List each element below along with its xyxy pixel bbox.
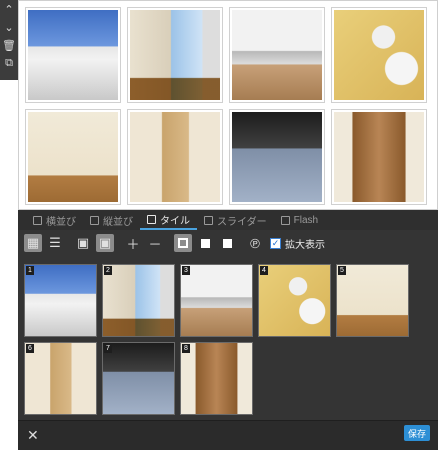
tab-slider[interactable]: スライダー	[197, 210, 274, 230]
tab-label: スライダー	[217, 216, 267, 228]
tab-tile[interactable]: タイル	[140, 210, 197, 230]
preview-photo[interactable]	[127, 109, 223, 205]
photo-image	[181, 265, 252, 336]
tile-photo[interactable]: 3	[180, 264, 253, 337]
preview-photo[interactable]	[331, 109, 427, 205]
close-icon[interactable]: ✕	[27, 427, 39, 444]
preview-photo[interactable]	[25, 109, 121, 205]
photo-image	[103, 343, 174, 414]
preview-photo[interactable]	[229, 7, 325, 103]
copy-icon[interactable]: ⧉	[0, 54, 18, 72]
image-fill-button[interactable]: ▣	[96, 234, 114, 252]
gallery-editor-panel: 横並び 縦並び タイル スライダー Flash ▦ ☰ ▣ ▣ ＋ － ℗ ✓ …	[18, 0, 438, 450]
white-square-button[interactable]	[196, 234, 214, 252]
preview-photo[interactable]	[127, 7, 223, 103]
tile-photo[interactable]: 7	[102, 342, 175, 415]
grid-view-button[interactable]: ▦	[24, 234, 42, 252]
left-toolbar: ⌃ ⌄ 🗑 ⧉	[0, 0, 18, 80]
list-view-button[interactable]: ☰	[46, 234, 64, 252]
photo-image	[130, 112, 220, 202]
tile-number: 5	[338, 266, 346, 275]
tab-label: 横並び	[46, 216, 76, 228]
photo-image	[25, 265, 96, 336]
layout-tabs: 横並び 縦並び タイル スライダー Flash	[18, 210, 438, 230]
preview-photo[interactable]	[25, 7, 121, 103]
save-button[interactable]: 保存	[404, 425, 430, 441]
tile-controls: ▦ ☰ ▣ ▣ ＋ － ℗ ✓ 拡大表示	[18, 232, 438, 254]
tab-label: タイル	[160, 215, 190, 227]
tile-number: 3	[182, 266, 190, 275]
layout-slider-icon	[204, 215, 213, 225]
tab-flash[interactable]: Flash	[274, 210, 325, 230]
flash-icon	[280, 215, 290, 225]
editor-footer: ✕ 保存	[18, 420, 438, 450]
tile-photo[interactable]: 8	[180, 342, 253, 415]
trash-icon[interactable]: 🗑	[0, 36, 18, 54]
photo-image	[25, 343, 96, 414]
photo-image	[334, 10, 424, 100]
white-square-button-2[interactable]	[218, 234, 236, 252]
zoom-checkbox[interactable]: ✓	[270, 237, 281, 249]
chevron-up-icon[interactable]: ⌃	[0, 0, 18, 18]
zoom-label: 拡大表示	[285, 239, 325, 251]
tile-photo[interactable]: 2	[102, 264, 175, 337]
layout-horizontal-icon	[33, 215, 42, 225]
photo-image	[28, 10, 118, 100]
photo-image	[259, 265, 330, 336]
image-icon-button[interactable]: ▣	[74, 234, 92, 252]
photo-image	[28, 112, 118, 202]
preview-photo[interactable]	[229, 109, 325, 205]
tile-number: 6	[26, 344, 34, 353]
photo-image	[232, 112, 322, 202]
photo-image	[334, 112, 424, 202]
gallery-preview	[18, 0, 438, 210]
add-column-button[interactable]: ＋	[124, 234, 142, 252]
tab-horizontal[interactable]: 横並び	[26, 210, 83, 230]
tile-number: 8	[182, 344, 190, 353]
photo-image	[181, 343, 252, 414]
tile-number: 7	[104, 344, 112, 353]
tile-photo[interactable]: 5	[336, 264, 409, 337]
tab-label: Flash	[293, 214, 319, 226]
tile-photo[interactable]: 6	[24, 342, 97, 415]
remove-column-button[interactable]: －	[146, 234, 164, 252]
pinterest-icon-button[interactable]: ℗	[246, 234, 264, 252]
layout-tile-icon	[147, 214, 156, 224]
chevron-down-icon[interactable]: ⌄	[0, 18, 18, 36]
tile-photo[interactable]: 1	[24, 264, 97, 337]
preview-photo[interactable]	[331, 7, 427, 103]
tile-photo[interactable]: 4	[258, 264, 331, 337]
tab-vertical[interactable]: 縦並び	[83, 210, 140, 230]
zoom-toggle[interactable]: ✓ 拡大表示	[270, 236, 325, 251]
tile-number: 4	[260, 266, 268, 275]
preview-grid	[25, 7, 437, 205]
tab-label: 縦並び	[103, 216, 133, 228]
border-style-button[interactable]	[174, 234, 192, 252]
layout-vertical-icon	[90, 215, 99, 225]
tile-grid: 1 2 3 4 5 6 7 8	[24, 264, 434, 415]
photo-image	[103, 265, 174, 336]
photo-image	[130, 10, 220, 100]
tile-number: 1	[26, 266, 34, 275]
photo-image	[232, 10, 322, 100]
photo-image	[337, 265, 408, 336]
tile-number: 2	[104, 266, 112, 275]
